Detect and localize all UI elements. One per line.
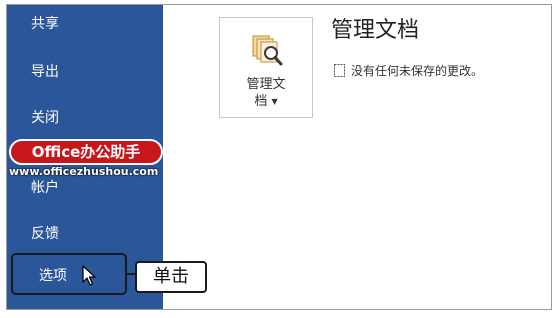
click-callout-label: 单击: [135, 261, 207, 293]
manage-document-icon: [252, 35, 283, 66]
callout-connector: [127, 273, 135, 275]
sidebar-item-export[interactable]: 导出: [31, 63, 59, 81]
unsaved-changes-note: 没有任何未保存的更改。: [351, 64, 484, 78]
manage-document-label-line2: 档: [254, 94, 268, 109]
manage-document-label-line1: 管理文: [246, 77, 286, 92]
brand-watermark-badge: Office办公助手: [9, 139, 163, 165]
sidebar-item-feedback[interactable]: 反馈: [31, 225, 59, 243]
document-status-icon: [334, 64, 345, 77]
brand-watermark-url: www.officezhushou.com: [9, 165, 159, 178]
sidebar-item-options[interactable]: 选项: [11, 253, 127, 295]
manage-document-label: 管理文 档 ▼: [220, 76, 312, 110]
dropdown-arrow-icon: ▼: [271, 97, 278, 106]
backstage-window: 共享 导出 关闭 帐户 反馈 选项 Office办公助手 www.officez…: [6, 4, 552, 310]
manage-document-button[interactable]: 管理文 档 ▼: [219, 17, 313, 118]
sidebar-item-close[interactable]: 关闭: [31, 109, 59, 127]
sidebar-item-share[interactable]: 共享: [31, 15, 59, 33]
mouse-pointer-icon: [82, 265, 96, 286]
sidebar-item-account[interactable]: 帐户: [31, 179, 59, 197]
manage-document-title: 管理文档: [331, 18, 420, 43]
sidebar-item-options-label: 选项: [39, 268, 67, 284]
